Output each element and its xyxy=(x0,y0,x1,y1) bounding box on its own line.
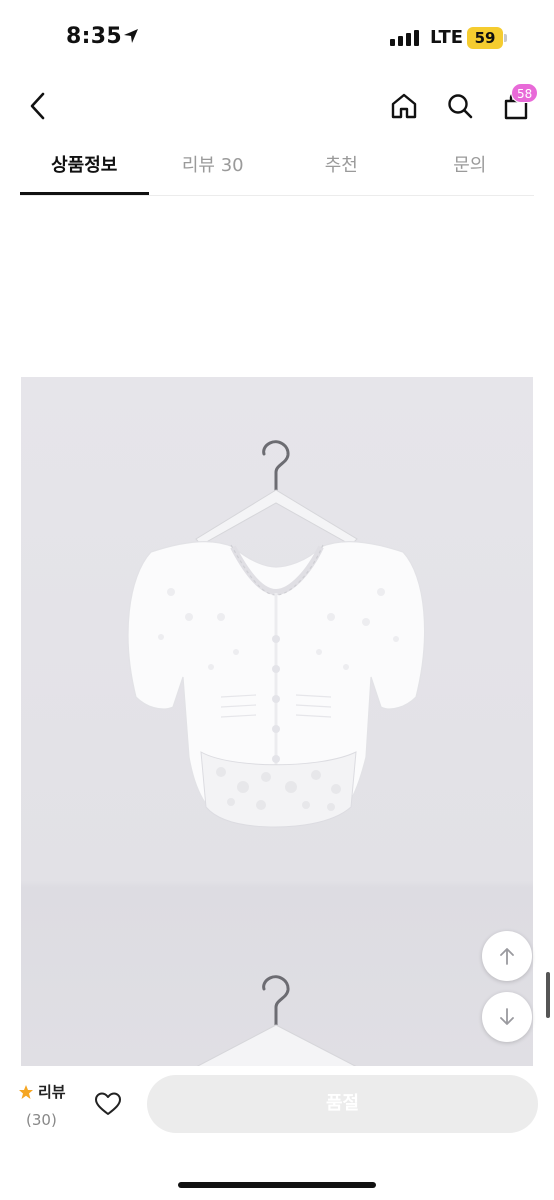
location-arrow-icon xyxy=(122,27,140,49)
home-button[interactable] xyxy=(386,88,422,124)
tab-reviews[interactable]: 리뷰 30 xyxy=(149,140,278,195)
status-time: 8:35 xyxy=(66,24,122,49)
sold-out-button[interactable]: 품절 xyxy=(147,1075,538,1133)
review-summary[interactable]: 리뷰 (30) xyxy=(18,1081,82,1129)
heart-icon xyxy=(95,1092,121,1115)
scrollbar[interactable] xyxy=(546,972,550,1018)
chevron-left-icon xyxy=(30,92,45,120)
back-button[interactable] xyxy=(20,88,56,124)
tab-product-info[interactable]: 상품정보 xyxy=(20,140,149,195)
product-photo xyxy=(21,377,533,1067)
network-type: LTE xyxy=(430,27,464,48)
search-icon xyxy=(448,94,473,119)
home-icon xyxy=(391,93,417,119)
status-bar: 8:35 LTE 59 xyxy=(0,0,554,76)
home-indicator xyxy=(178,1182,376,1188)
arrow-down-icon xyxy=(500,1008,514,1025)
battery-icon: 59 xyxy=(467,27,507,49)
signal-icon xyxy=(390,30,419,46)
review-count: (30) xyxy=(26,1111,57,1129)
tab-inquiry[interactable]: 문의 xyxy=(406,140,535,195)
star-icon xyxy=(19,1084,33,1099)
battery-level: 59 xyxy=(467,27,503,49)
cart-count-badge: 58 xyxy=(511,83,539,103)
review-label: 리뷰 xyxy=(38,1083,66,1101)
top-nav xyxy=(0,76,554,136)
bottom-action-bar: 리뷰 (30) 품절 xyxy=(0,1066,554,1200)
product-tabs: 상품정보 리뷰 30 추천 문의 xyxy=(20,140,534,196)
scroll-to-top-button[interactable] xyxy=(482,931,532,981)
search-button[interactable] xyxy=(442,88,478,124)
arrow-up-icon xyxy=(500,948,514,965)
blouse-on-hanger-image xyxy=(21,377,533,1067)
scroll-to-bottom-button[interactable] xyxy=(482,992,532,1042)
wishlist-button[interactable] xyxy=(90,1086,126,1122)
tab-recommend[interactable]: 추천 xyxy=(277,140,406,195)
